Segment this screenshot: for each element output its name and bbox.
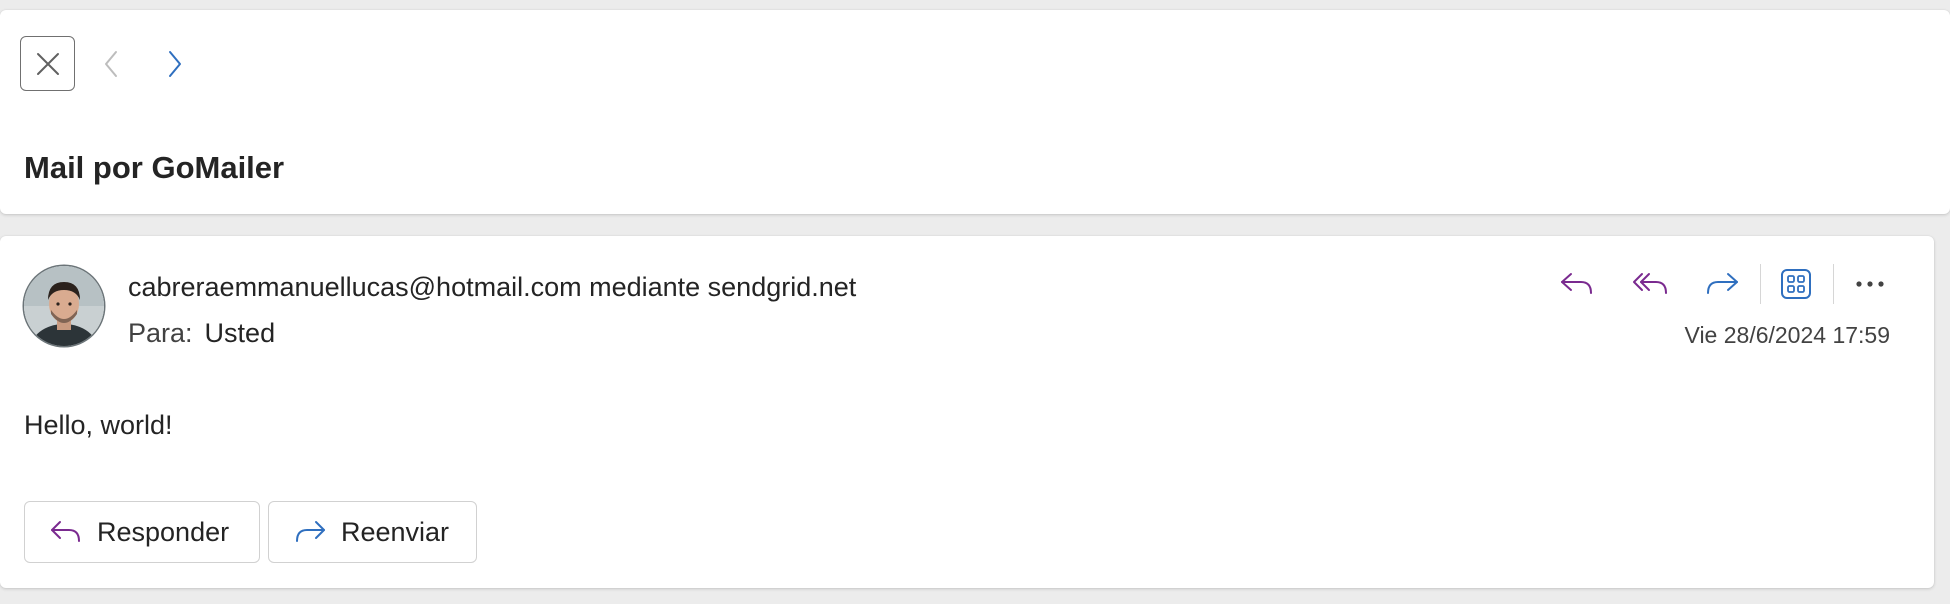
to-recipient[interactable]: Usted xyxy=(205,318,276,348)
apps-icon-button[interactable] xyxy=(1772,260,1820,308)
reply-icon xyxy=(1559,269,1595,299)
forward-icon-button[interactable] xyxy=(1698,260,1746,308)
reply-all-icon xyxy=(1631,269,1669,299)
sender-avatar[interactable] xyxy=(24,266,104,346)
subject-header-card: Mail por GoMailer xyxy=(0,10,1950,214)
more-icon xyxy=(1855,280,1885,288)
apps-icon xyxy=(1780,268,1812,300)
reply-icon-button[interactable] xyxy=(1553,260,1601,308)
close-button[interactable] xyxy=(20,36,75,91)
forward-button-label: Reenviar xyxy=(341,516,450,547)
forward-button[interactable]: Reenviar xyxy=(268,501,477,563)
message-card: cabreraemmanuellucas@hotmail.com mediant… xyxy=(0,236,1934,588)
next-message-button[interactable] xyxy=(160,44,190,84)
reply-icon xyxy=(49,518,83,546)
previous-message-button[interactable] xyxy=(96,44,126,84)
to-label: Para: xyxy=(128,318,193,348)
toolbar-divider xyxy=(1760,264,1761,304)
chevron-left-icon xyxy=(103,50,119,78)
toolbar-divider xyxy=(1833,264,1834,304)
forward-icon xyxy=(1704,269,1740,299)
forward-icon xyxy=(293,518,327,546)
reply-button[interactable]: Responder xyxy=(24,501,260,563)
message-date: Vie 28/6/2024 17:59 xyxy=(1684,322,1890,348)
sender-address[interactable]: cabreraemmanuellucas@hotmail.com mediant… xyxy=(128,272,856,303)
message-body: Hello, world! xyxy=(24,410,173,440)
message-subject: Mail por GoMailer xyxy=(24,150,285,185)
more-actions-button[interactable] xyxy=(1846,260,1894,308)
close-icon xyxy=(35,51,61,77)
recipients-line: Para: Usted xyxy=(128,318,275,349)
reply-all-icon-button[interactable] xyxy=(1626,260,1674,308)
reply-button-label: Responder xyxy=(97,516,230,547)
chevron-right-icon xyxy=(167,50,183,78)
